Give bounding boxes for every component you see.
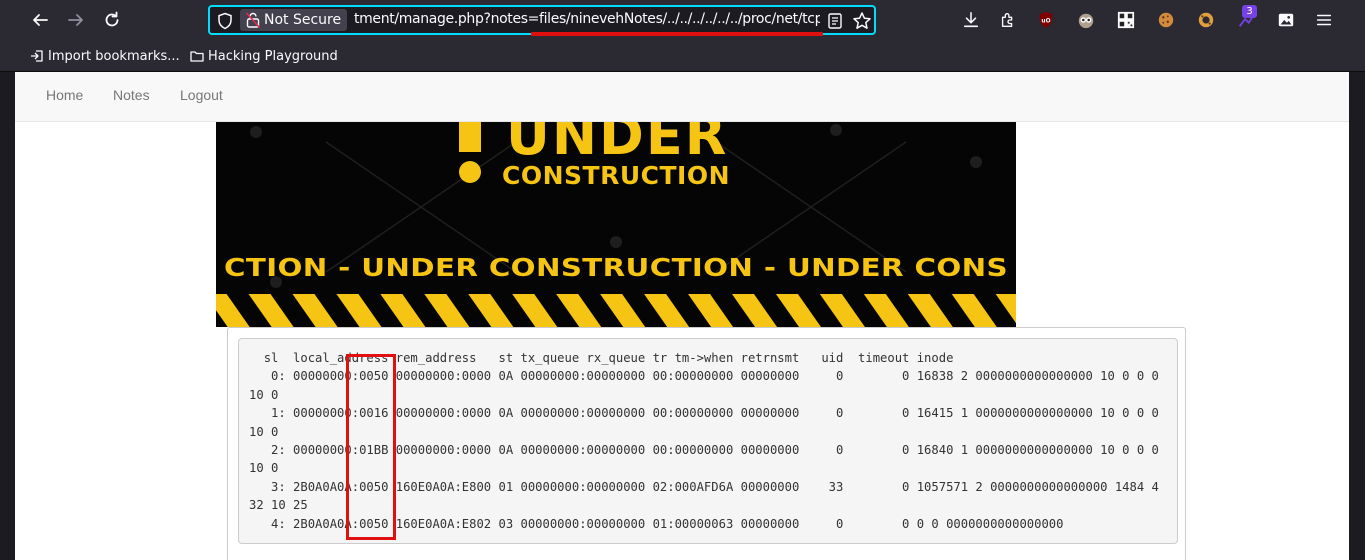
window-right-edge [1349, 72, 1365, 560]
owl-icon [1078, 13, 1094, 29]
window-left-edge [0, 72, 15, 560]
extension-badge: 3 [1242, 5, 1257, 18]
svg-text:uO: uO [1041, 18, 1050, 24]
browser-toolbar: Not Secure tment/manage.php?notes=files/… [0, 0, 1365, 40]
unlocked-padlock-icon [246, 12, 260, 28]
puzzle-icon [1001, 13, 1013, 27]
forward-button[interactable] [64, 8, 88, 32]
ublock-shield-icon: uO [1039, 11, 1053, 28]
bookmarks-bar: Import bookmarks... Hacking Playground [0, 40, 1365, 72]
cookie-extension[interactable] [1156, 10, 1176, 30]
reload-button[interactable] [100, 8, 124, 32]
back-arrow-icon [33, 14, 48, 26]
image-icon [1278, 13, 1294, 27]
under-construction-banner: UNDER CONSTRUCTION CTION - UNDER CONSTRU… [216, 122, 1016, 327]
security-label: Not Secure [264, 12, 342, 28]
folder-icon [190, 51, 204, 62]
nav-home-link[interactable]: Home [46, 87, 83, 103]
cookie-editor-icon [1198, 12, 1214, 28]
forward-arrow-icon [68, 14, 83, 26]
bookmark-label: Hacking Playground [208, 48, 338, 64]
tracking-shield-icon[interactable] [216, 12, 234, 30]
port-column-annotation-box [346, 354, 396, 540]
nav-logout-link[interactable]: Logout [180, 87, 223, 103]
url-bar[interactable]: Not Secure tment/manage.php?notes=files/… [208, 5, 876, 35]
cookie-editor-extension[interactable] [1196, 10, 1216, 30]
qr-extension[interactable] [1116, 10, 1136, 30]
downloads-button[interactable] [961, 10, 981, 30]
back-button[interactable] [28, 8, 52, 32]
qr-code-icon [1117, 11, 1135, 29]
banner-tape-text: CTION - UNDER CONSTRUCTION - UNDER CONS [224, 253, 1008, 282]
app-menu-button[interactable] [1314, 10, 1334, 30]
reader-view-icon[interactable] [826, 12, 844, 30]
bookmark-star-icon[interactable] [852, 11, 872, 31]
url-annotation-underline [531, 32, 823, 36]
bookmark-import[interactable]: Import bookmarks... [30, 47, 180, 65]
hamburger-menu-icon [1316, 14, 1332, 26]
bookmark-folder-hacking[interactable]: Hacking Playground [190, 47, 338, 65]
screenshot-extension[interactable] [1276, 10, 1296, 30]
cookie-icon [1158, 12, 1174, 28]
url-text[interactable]: tment/manage.php?notes=files/ninevehNote… [354, 11, 820, 31]
extensions-button[interactable] [998, 10, 1018, 30]
banner-subline: CONSTRUCTION [502, 161, 730, 190]
download-icon [963, 12, 979, 28]
owl-extension[interactable] [1076, 10, 1096, 30]
ublock-extension[interactable]: uO [1036, 10, 1056, 30]
under-construction-image: UNDER CONSTRUCTION CTION - UNDER CONSTRU… [216, 122, 1016, 327]
security-indicator[interactable]: Not Secure [240, 9, 348, 31]
import-icon [31, 50, 43, 62]
bookmark-label: Import bookmarks... [48, 48, 180, 64]
reload-icon [105, 11, 119, 27]
site-navbar: Home Notes Logout [15, 72, 1349, 122]
nav-notes-link[interactable]: Notes [113, 87, 150, 103]
page-viewport: Home Notes Logout UNDER CONSTRUCTION CTI… [15, 72, 1349, 560]
